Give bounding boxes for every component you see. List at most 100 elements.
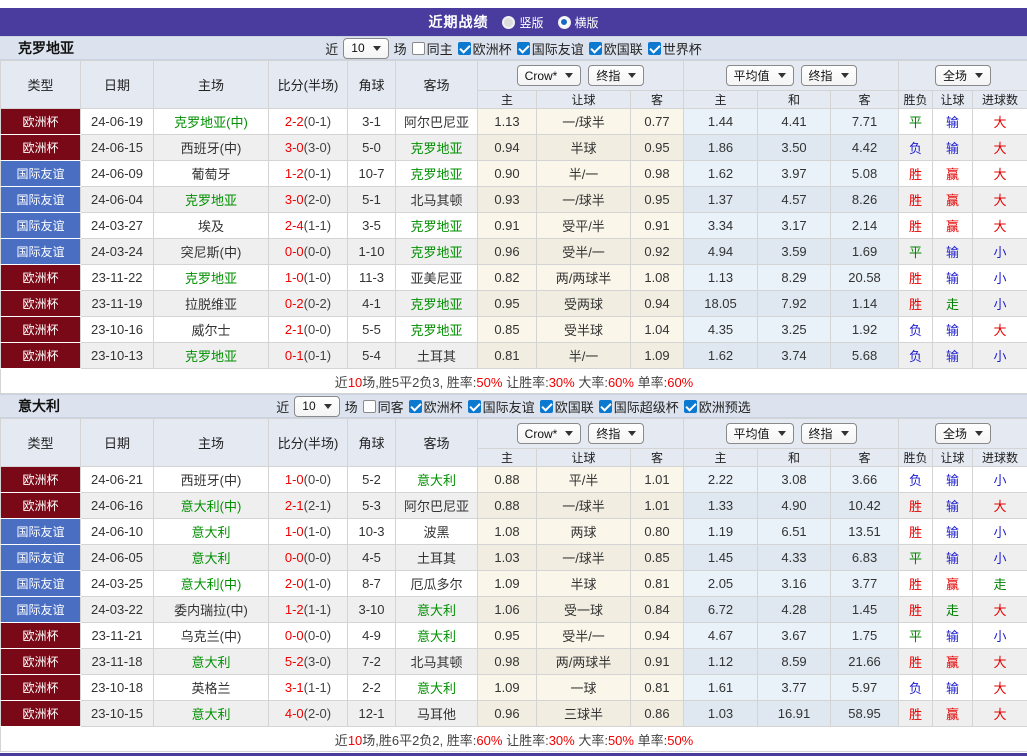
avg-draw-odds-cell: 6.51 (758, 519, 831, 545)
avg-away-odds-cell: 1.69 (831, 239, 899, 265)
radio-unselected-icon[interactable] (502, 16, 515, 29)
avg-away-odds-cell: 2.14 (831, 213, 899, 239)
away-team-cell: 意大利 (396, 675, 478, 701)
handicap-line-cell: 半/一 (537, 161, 631, 187)
league-type-cell: 国际友谊 (1, 213, 81, 239)
away-team-cell: 克罗地亚 (396, 161, 478, 187)
recent-results-table-croatia: 类型 日期 主场 比分(半场) 角球 客场 Crow* 终指 平均值 终指 (0, 60, 1027, 394)
handicap-result-cell: 输 (933, 109, 973, 135)
handicap-line-cell: 半球 (537, 135, 631, 161)
avg-home-odds-cell: 6.72 (684, 597, 758, 623)
summary-segment: 60% (476, 733, 502, 748)
checkbox-checked-icon[interactable] (648, 42, 661, 55)
table-row: 欧洲杯 23-10-16 威尔士 2-1(0-0) 5-5 克罗地亚 0.85 … (1, 317, 1027, 343)
corner-cell: 11-3 (348, 265, 396, 291)
avg-draw-odds-cell: 4.57 (758, 187, 831, 213)
fullmatch-select[interactable]: 全场 (935, 65, 991, 86)
league-filter[interactable]: 国际友谊 (468, 397, 535, 416)
avg-away-odds-cell: 5.68 (831, 343, 899, 369)
final-index-select-value: 终指 (596, 425, 620, 442)
league-filter[interactable]: 国际超级杯 (599, 397, 679, 416)
same-away-filter[interactable]: 同客 (363, 397, 404, 416)
score-cell: 3-0(3-0) (269, 135, 348, 161)
bookmaker-select[interactable]: Crow* (517, 423, 582, 444)
summary-segment: 50% (667, 733, 693, 748)
fulltime-score: 1-0 (285, 270, 304, 285)
fullmatch-select-value: 全场 (943, 67, 967, 84)
checkbox-checked-icon[interactable] (540, 400, 553, 413)
date-cell: 23-11-19 (81, 291, 154, 317)
match-count-select[interactable]: 10 (343, 38, 388, 59)
halftime-score: (3-0) (304, 654, 331, 669)
result-cell: 胜 (899, 161, 933, 187)
league-filter[interactable]: 欧洲杯 (409, 397, 463, 416)
checkbox-checked-icon[interactable] (409, 400, 422, 413)
date-cell: 24-06-21 (81, 467, 154, 493)
league-type-cell: 欧洲杯 (1, 701, 81, 727)
result-cell: 负 (899, 317, 933, 343)
same-home-filter[interactable]: 同主 (412, 39, 453, 58)
league-filter[interactable]: 欧洲预选 (684, 397, 751, 416)
date-cell: 24-06-04 (81, 187, 154, 213)
halftime-score: (1-0) (304, 270, 331, 285)
average-select[interactable]: 平均值 (726, 65, 794, 86)
horizontal-layout-radio[interactable]: 横版 (558, 14, 599, 31)
league-filter-list: 欧洲杯国际友谊欧国联国际超级杯欧洲预选 (409, 397, 751, 416)
league-filter-list: 欧洲杯国际友谊欧国联世界杯 (458, 39, 702, 58)
final-index-select-2[interactable]: 终指 (801, 423, 857, 444)
checkbox-unchecked-icon[interactable] (412, 42, 425, 55)
avg-home-odds-cell: 3.34 (684, 213, 758, 239)
avg-draw-odds-cell: 3.50 (758, 135, 831, 161)
fullmatch-group-header: 全场 (899, 419, 1027, 449)
handicap-away-odds-cell: 0.95 (631, 187, 684, 213)
league-filter[interactable]: 欧洲杯 (458, 39, 512, 58)
final-index-select[interactable]: 终指 (588, 423, 644, 444)
bookmaker-select[interactable]: Crow* (517, 65, 582, 86)
score-cell: 1-0(1-0) (269, 265, 348, 291)
halftime-score: (0-2) (304, 296, 331, 311)
checkbox-checked-icon[interactable] (599, 400, 612, 413)
radio-selected-icon[interactable] (558, 16, 571, 29)
match-count-select[interactable]: 10 (294, 396, 339, 417)
bookmaker-select-value: Crow* (525, 69, 558, 83)
average-select[interactable]: 平均值 (726, 423, 794, 444)
final-index-select-2[interactable]: 终指 (801, 65, 857, 86)
chevron-down-icon (975, 431, 983, 436)
halftime-score: (0-0) (304, 322, 331, 337)
table-row: 欧洲杯 23-10-13 克罗地亚 0-1(0-1) 5-4 土耳其 0.81 … (1, 343, 1027, 369)
league-filter[interactable]: 欧国联 (540, 397, 594, 416)
handicap-home-odds-cell: 0.90 (478, 161, 537, 187)
filter-controls: 近 10 场 同主 欧洲杯国际友谊欧国联世界杯 (325, 38, 701, 59)
corner-cell: 5-3 (348, 493, 396, 519)
checkbox-checked-icon[interactable] (458, 42, 471, 55)
fulltime-score: 0-0 (285, 628, 304, 643)
summary-segment: 30% (549, 375, 575, 390)
matches-label: 场 (345, 397, 358, 416)
league-filter[interactable]: 国际友谊 (517, 39, 584, 58)
checkbox-checked-icon[interactable] (589, 42, 602, 55)
final-index-select[interactable]: 终指 (588, 65, 644, 86)
corner-cell: 12-1 (348, 701, 396, 727)
checkbox-checked-icon[interactable] (517, 42, 530, 55)
near-label: 近 (325, 39, 338, 58)
league-type-cell: 欧洲杯 (1, 135, 81, 161)
chevron-down-icon (324, 404, 332, 409)
halftime-score: (0-1) (304, 166, 331, 181)
handicap-result-cell: 赢 (933, 213, 973, 239)
checkbox-unchecked-icon[interactable] (363, 400, 376, 413)
league-filter[interactable]: 世界杯 (648, 39, 702, 58)
league-filter-label: 欧洲杯 (424, 397, 463, 416)
table-row: 欧洲杯 23-10-15 意大利 4-0(2-0) 12-1 马耳他 0.96 … (1, 701, 1027, 727)
league-filter[interactable]: 欧国联 (589, 39, 643, 58)
home-team-cell: 意大利(中) (154, 571, 269, 597)
goals-result-cell: 大 (973, 213, 1027, 239)
handicap-home-odds-cell: 0.88 (478, 493, 537, 519)
vertical-layout-radio[interactable]: 竖版 (502, 14, 543, 31)
date-cell: 24-03-25 (81, 571, 154, 597)
checkbox-checked-icon[interactable] (684, 400, 697, 413)
home-team-cell: 威尔士 (154, 317, 269, 343)
fullmatch-select[interactable]: 全场 (935, 423, 991, 444)
avg-home-odds-cell: 4.94 (684, 239, 758, 265)
summary-segment: 场,胜5平2负3, 胜率: (362, 375, 476, 390)
checkbox-checked-icon[interactable] (468, 400, 481, 413)
